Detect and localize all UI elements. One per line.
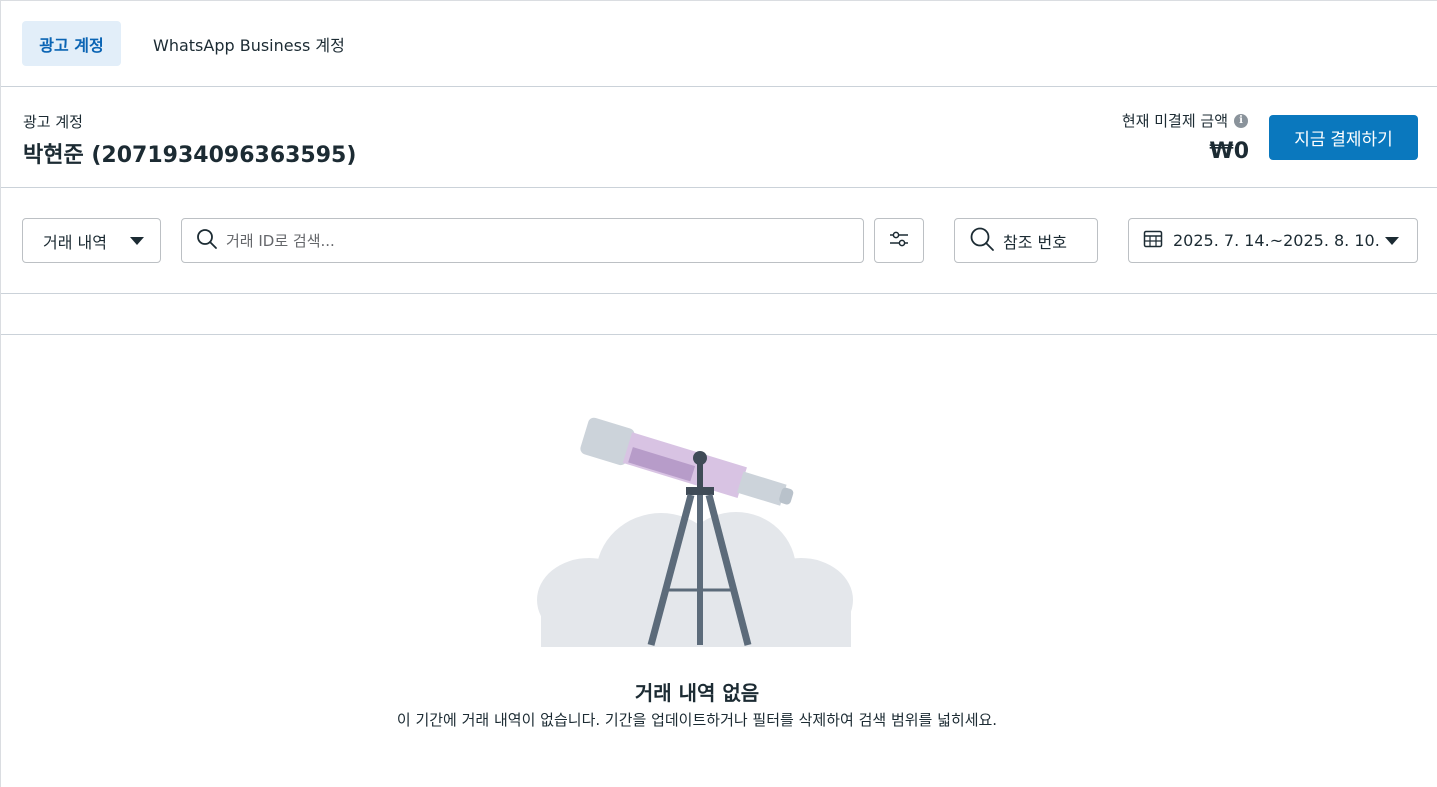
account-label: 광고 계정 [23,113,83,131]
tab-ad-account[interactable]: 광고 계정 [22,21,121,66]
search-icon [196,228,218,254]
account-header: 광고 계정 박현준 (2071934096363595) 현재 미결제 금액 i… [1,87,1437,188]
search-icon [969,226,995,256]
transactions-toolbar: 거래 내역 거래 ID로 검색... 참조 번호 2025. 7. 14.~20… [1,188,1437,294]
transaction-type-label: 거래 내역 [43,232,107,252]
reference-number-button[interactable]: 참조 번호 [954,218,1098,263]
info-icon[interactable]: i [1234,113,1248,128]
transaction-type-dropdown[interactable]: 거래 내역 [22,218,161,263]
date-range-picker[interactable]: 2025. 7. 14.~2025. 8. 10. [1128,218,1418,263]
empty-state-description: 이 기간에 거래 내역이 없습니다. 기간을 업데이트하거나 필터를 삭제하여 … [396,711,998,729]
pay-now-button[interactable]: 지금 결제하기 [1269,115,1418,160]
caret-down-icon [1385,237,1399,245]
telescope-illustration [537,417,853,647]
billing-page: 광고 계정 WhatsApp Business 계정 광고 계정 박현준 (20… [0,0,1437,787]
sliders-icon [888,230,910,252]
filter-button[interactable] [874,218,924,263]
empty-state: 거래 내역 없음 이 기간에 거래 내역이 없습니다. 기간을 업데이트하거나 … [1,335,1437,787]
empty-state-title: 거래 내역 없음 [634,681,760,705]
transaction-search-input[interactable] [226,231,826,250]
amount-due-value: ₩0 [1209,139,1249,164]
tab-whatsapp-business-account[interactable]: WhatsApp Business 계정 [151,21,347,66]
amount-due-label-text: 현재 미결제 금액 [1121,112,1228,130]
caret-down-icon [130,237,144,245]
amount-due-label: 현재 미결제 금액 i [1122,110,1248,131]
table-header-strip [1,295,1437,335]
transaction-search-box[interactable] [181,218,864,263]
account-name: 박현준 (2071934096363595) [23,143,357,168]
calendar-icon [1143,229,1163,253]
account-type-tabs: 광고 계정 WhatsApp Business 계정 [1,1,1437,87]
reference-number-label: 참조 번호 [1003,232,1067,252]
date-range-label: 2025. 7. 14.~2025. 8. 10. [1173,231,1380,250]
